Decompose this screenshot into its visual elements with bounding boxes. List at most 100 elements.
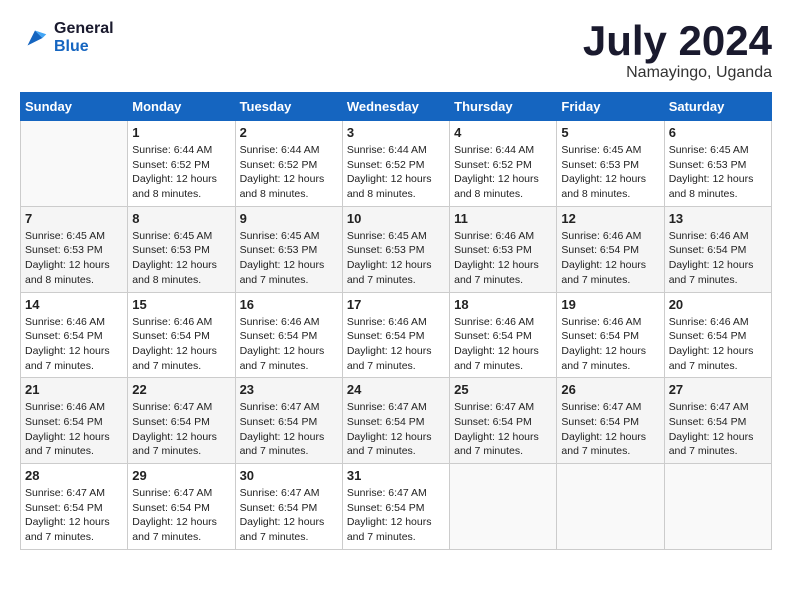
calendar-cell: 16 Sunrise: 6:46 AMSunset: 6:54 PMDayligh… [235,292,342,378]
day-info: Sunrise: 6:46 AMSunset: 6:53 PMDaylight:… [454,229,552,288]
day-number: 10 [347,211,445,226]
day-number: 7 [25,211,123,226]
day-info: Sunrise: 6:44 AMSunset: 6:52 PMDaylight:… [347,143,445,202]
day-number: 4 [454,125,552,140]
day-info: Sunrise: 6:47 AMSunset: 6:54 PMDaylight:… [669,400,767,459]
day-info: Sunrise: 6:46 AMSunset: 6:54 PMDaylight:… [240,315,338,374]
calendar-cell: 6 Sunrise: 6:45 AMSunset: 6:53 PMDaylight… [664,121,771,207]
calendar-cell: 24 Sunrise: 6:47 AMSunset: 6:54 PMDayligh… [342,378,449,464]
calendar-cell: 28 Sunrise: 6:47 AMSunset: 6:54 PMDayligh… [21,464,128,550]
calendar-table: SundayMondayTuesdayWednesdayThursdayFrid… [20,92,772,550]
calendar-cell: 2 Sunrise: 6:44 AMSunset: 6:52 PMDaylight… [235,121,342,207]
logo: General Blue [20,20,114,56]
calendar-cell: 8 Sunrise: 6:45 AMSunset: 6:53 PMDaylight… [128,206,235,292]
calendar-cell: 20 Sunrise: 6:46 AMSunset: 6:54 PMDayligh… [664,292,771,378]
day-number: 15 [132,297,230,312]
day-number: 3 [347,125,445,140]
calendar-cell: 3 Sunrise: 6:44 AMSunset: 6:52 PMDaylight… [342,121,449,207]
day-info: Sunrise: 6:47 AMSunset: 6:54 PMDaylight:… [240,400,338,459]
day-info: Sunrise: 6:47 AMSunset: 6:54 PMDaylight:… [132,400,230,459]
logo-text: General Blue [54,20,114,56]
day-number: 16 [240,297,338,312]
day-number: 28 [25,468,123,483]
day-info: Sunrise: 6:46 AMSunset: 6:54 PMDaylight:… [669,229,767,288]
day-info: Sunrise: 6:47 AMSunset: 6:54 PMDaylight:… [132,486,230,545]
calendar-cell: 1 Sunrise: 6:44 AMSunset: 6:52 PMDaylight… [128,121,235,207]
day-number: 2 [240,125,338,140]
calendar-cell [557,464,664,550]
day-info: Sunrise: 6:47 AMSunset: 6:54 PMDaylight:… [347,486,445,545]
calendar-cell: 13 Sunrise: 6:46 AMSunset: 6:54 PMDayligh… [664,206,771,292]
calendar-cell: 4 Sunrise: 6:44 AMSunset: 6:52 PMDaylight… [450,121,557,207]
calendar-cell: 17Sunrise: 6:46 AMSunset: 6:54 PMDayligh… [342,292,449,378]
calendar-cell: 18Sunrise: 6:46 AMSunset: 6:54 PMDayligh… [450,292,557,378]
calendar-cell: 25 Sunrise: 6:47 AMSunset: 6:54 PMDayligh… [450,378,557,464]
calendar-cell: 31 Sunrise: 6:47 AMSunset: 6:54 PMDayligh… [342,464,449,550]
calendar-cell: 23 Sunrise: 6:47 AMSunset: 6:54 PMDayligh… [235,378,342,464]
logo-bird-icon [20,23,50,53]
weekday-header-saturday: Saturday [664,93,771,121]
day-number: 26 [561,382,659,397]
day-info: Sunrise: 6:44 AMSunset: 6:52 PMDaylight:… [240,143,338,202]
day-number: 1 [132,125,230,140]
day-number: 29 [132,468,230,483]
calendar-cell: 21 Sunrise: 6:46 AMSunset: 6:54 PMDayligh… [21,378,128,464]
day-info: Sunrise: 6:45 AMSunset: 6:53 PMDaylight:… [240,229,338,288]
calendar-cell: 12 Sunrise: 6:46 AMSunset: 6:54 PMDayligh… [557,206,664,292]
day-number: 31 [347,468,445,483]
day-number: 9 [240,211,338,226]
day-info: Sunrise: 6:46 AMSunset: 6:54 PMDaylight:… [25,315,123,374]
day-info: Sunrise: 6:47 AMSunset: 6:54 PMDaylight:… [561,400,659,459]
calendar-cell [664,464,771,550]
day-number: 12 [561,211,659,226]
day-number: 24 [347,382,445,397]
calendar-cell: 11 Sunrise: 6:46 AMSunset: 6:53 PMDayligh… [450,206,557,292]
calendar-cell [21,121,128,207]
day-info: Sunrise: 6:44 AMSunset: 6:52 PMDaylight:… [454,143,552,202]
day-info: Sunrise: 6:47 AMSunset: 6:54 PMDaylight:… [240,486,338,545]
day-info: Sunrise: 6:46 AMSunset: 6:54 PMDaylight:… [669,315,767,374]
day-info: Sunrise: 6:46 AMSunset: 6:54 PMDaylight:… [454,315,552,374]
day-number: 11 [454,211,552,226]
calendar-cell: 22 Sunrise: 6:47 AMSunset: 6:54 PMDayligh… [128,378,235,464]
day-info: Sunrise: 6:46 AMSunset: 6:54 PMDaylight:… [561,229,659,288]
weekday-header-friday: Friday [557,93,664,121]
calendar-cell [450,464,557,550]
calendar-cell: 9 Sunrise: 6:45 AMSunset: 6:53 PMDaylight… [235,206,342,292]
weekday-header-wednesday: Wednesday [342,93,449,121]
day-number: 21 [25,382,123,397]
day-info: Sunrise: 6:45 AMSunset: 6:53 PMDaylight:… [561,143,659,202]
day-info: Sunrise: 6:47 AMSunset: 6:54 PMDaylight:… [454,400,552,459]
month-title: July 2024 [583,20,772,62]
calendar-body: 1 Sunrise: 6:44 AMSunset: 6:52 PMDaylight… [21,121,772,550]
calendar-cell: 30 Sunrise: 6:47 AMSunset: 6:54 PMDayligh… [235,464,342,550]
day-number: 6 [669,125,767,140]
calendar-cell: 7 Sunrise: 6:45 AMSunset: 6:53 PMDaylight… [21,206,128,292]
weekday-header-monday: Monday [128,93,235,121]
day-number: 27 [669,382,767,397]
day-number: 14 [25,297,123,312]
day-info: Sunrise: 6:45 AMSunset: 6:53 PMDaylight:… [669,143,767,202]
calendar-cell: 5Sunrise: 6:45 AMSunset: 6:53 PMDaylight… [557,121,664,207]
day-number: 13 [669,211,767,226]
calendar-cell: 14 Sunrise: 6:46 AMSunset: 6:54 PMDayligh… [21,292,128,378]
day-info: Sunrise: 6:47 AMSunset: 6:54 PMDaylight:… [25,486,123,545]
day-number: 30 [240,468,338,483]
day-info: Sunrise: 6:45 AMSunset: 6:53 PMDaylight:… [347,229,445,288]
day-number: 19 [561,297,659,312]
day-info: Sunrise: 6:44 AMSunset: 6:52 PMDaylight:… [132,143,230,202]
weekday-header-tuesday: Tuesday [235,93,342,121]
calendar-cell: 15Sunrise: 6:46 AMSunset: 6:54 PMDayligh… [128,292,235,378]
day-number: 8 [132,211,230,226]
day-info: Sunrise: 6:46 AMSunset: 6:54 PMDaylight:… [561,315,659,374]
day-info: Sunrise: 6:45 AMSunset: 6:53 PMDaylight:… [132,229,230,288]
day-info: Sunrise: 6:46 AMSunset: 6:54 PMDaylight:… [25,400,123,459]
day-number: 23 [240,382,338,397]
day-info: Sunrise: 6:45 AMSunset: 6:53 PMDaylight:… [25,229,123,288]
day-info: Sunrise: 6:47 AMSunset: 6:54 PMDaylight:… [347,400,445,459]
day-number: 25 [454,382,552,397]
day-number: 20 [669,297,767,312]
page-header: General Blue July 2024 Namayingo, Uganda [20,20,772,82]
day-number: 22 [132,382,230,397]
calendar-cell: 27 Sunrise: 6:47 AMSunset: 6:54 PMDayligh… [664,378,771,464]
